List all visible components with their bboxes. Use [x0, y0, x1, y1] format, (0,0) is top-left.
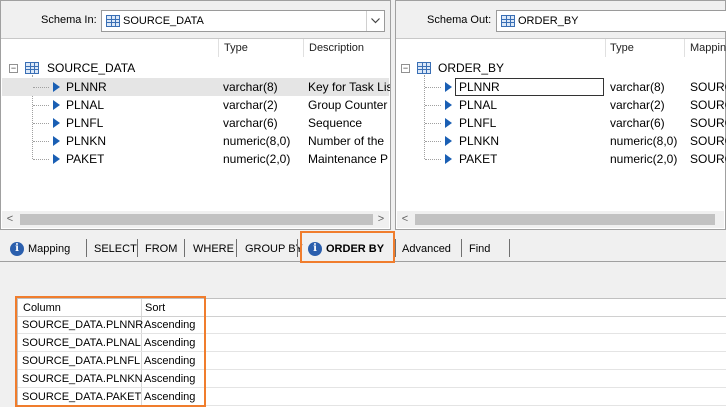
tab-find[interactable]: Find [469, 239, 490, 259]
column-header-description[interactable]: Description [309, 42, 364, 54]
field-name: PLNAL [459, 98, 498, 112]
field-name: PAKET [459, 152, 498, 166]
scroll-left-icon[interactable]: < [2, 211, 18, 228]
field-type: varchar(8) [610, 80, 665, 94]
schema-in-label: Schema In: [41, 14, 97, 26]
field-mapping: SOURCE [690, 80, 726, 94]
schema-out-field-row[interactable]: PLNFL varchar(6) SOURCE [397, 114, 726, 132]
field-type: varchar(6) [610, 116, 665, 130]
column-header-mapping[interactable]: Mappin [690, 42, 726, 54]
schema-in-selected: SOURCE_DATA [123, 15, 204, 27]
expand-icon[interactable]: − [9, 64, 18, 73]
field-description: Number of the [308, 134, 385, 148]
schema-out-field-row[interactable]: PAKET numeric(2,0) SOURCE [397, 150, 726, 168]
schema-out-field-row[interactable]: PLNAL varchar(2) SOURCE [397, 96, 726, 114]
schema-out-bar: Schema Out: ORDER_BY [396, 1, 726, 39]
field-arrow-icon [53, 100, 60, 110]
tab-label: Mapping [28, 243, 71, 255]
field-description: Group Counter [308, 98, 388, 112]
field-name: PLNFL [66, 116, 104, 130]
column-header-type[interactable]: Type [610, 42, 634, 54]
table-icon [501, 15, 515, 27]
tab-label: Advanced [402, 243, 451, 255]
schema-in-field-row[interactable]: PLNKN numeric(8,0) Number of the [2, 132, 389, 150]
field-type: varchar(6) [223, 116, 278, 130]
field-name: PAKET [66, 152, 105, 166]
field-mapping: SOURCE [690, 152, 726, 166]
schema-out-selected: ORDER_BY [518, 15, 579, 27]
field-name: PLNAL [66, 98, 105, 112]
horizontal-scrollbar[interactable]: < > [2, 211, 389, 228]
table-icon [25, 62, 39, 74]
field-name: PLNNR [66, 80, 107, 94]
schema-out-root: ORDER_BY [438, 61, 505, 75]
tab-group-by[interactable]: GROUP BY [245, 239, 303, 259]
field-name: PLNKN [459, 134, 500, 148]
tab-label: FROM [145, 243, 178, 255]
info-icon: i [10, 242, 24, 256]
tab-label: SELECT [94, 243, 137, 255]
schema-out-field-row[interactable]: PLNNR varchar(8) SOURCE [397, 78, 726, 96]
dropdown-arrow-icon[interactable] [366, 11, 384, 31]
field-name: PLNKN [66, 134, 107, 148]
field-arrow-icon [53, 82, 60, 92]
schema-in-field-row[interactable]: PLNFL varchar(6) Sequence [2, 114, 389, 132]
scroll-right-icon[interactable]: > [373, 211, 389, 228]
schema-in-bar: Schema In: SOURCE_DATA [1, 1, 390, 39]
schema-in-field-row[interactable]: PLNAL varchar(2) Group Counter [2, 96, 389, 114]
tab-mapping[interactable]: i Mapping [10, 239, 70, 259]
field-type: numeric(2,0) [223, 152, 291, 166]
field-mapping: SOURCE [690, 134, 726, 148]
field-name: PLNNR [459, 80, 500, 94]
field-arrow-icon [445, 100, 452, 110]
schema-out-pane: Schema Out: ORDER_BY Type Mappin − ORDER… [395, 0, 726, 230]
tab-label: GROUP BY [245, 243, 303, 255]
field-arrow-icon [53, 118, 60, 128]
field-type: numeric(8,0) [223, 134, 291, 148]
highlight-order-by-grid [15, 296, 206, 407]
tab-select[interactable]: SELECT [94, 239, 137, 259]
field-arrow-icon [445, 136, 452, 146]
schema-in-field-row[interactable]: PAKET numeric(2,0) Maintenance P [2, 150, 389, 168]
field-mapping: SOURCE [690, 98, 726, 112]
scroll-thumb[interactable] [20, 214, 373, 225]
schema-in-pane: Schema In: SOURCE_DATA Type Description … [0, 0, 391, 230]
field-description: Maintenance P [308, 152, 389, 166]
field-type: varchar(8) [223, 80, 278, 94]
column-header-type[interactable]: Type [224, 42, 248, 54]
field-arrow-icon [53, 136, 60, 146]
tab-where[interactable]: WHERE [193, 239, 234, 259]
field-arrow-icon [445, 82, 452, 92]
field-type: numeric(2,0) [610, 152, 678, 166]
horizontal-scrollbar[interactable]: < [397, 211, 724, 228]
schema-out-field-row[interactable]: PLNKN numeric(8,0) SOURCE [397, 132, 726, 150]
schema-in-field-row[interactable]: PLNNR varchar(8) Key for Task List [2, 78, 390, 96]
tab-label: Find [469, 243, 491, 255]
tab-label: WHERE [193, 243, 234, 255]
scroll-left-icon[interactable]: < [397, 211, 413, 228]
schema-out-label: Schema Out: [427, 14, 492, 26]
field-description: Key for Task List [308, 80, 390, 94]
field-arrow-icon [53, 154, 60, 164]
field-type: varchar(2) [223, 98, 278, 112]
expand-icon[interactable]: − [401, 64, 410, 73]
field-description: Sequence [308, 116, 363, 130]
tab-advanced[interactable]: Advanced [402, 239, 451, 259]
tab-from[interactable]: FROM [145, 239, 177, 259]
table-icon [417, 62, 431, 74]
table-icon [106, 15, 120, 27]
field-arrow-icon [445, 154, 452, 164]
field-name: PLNFL [459, 116, 497, 130]
field-arrow-icon [445, 118, 452, 128]
field-mapping: SOURCE [690, 116, 726, 130]
field-type: numeric(8,0) [610, 134, 678, 148]
scroll-thumb[interactable] [415, 214, 715, 225]
field-type: varchar(2) [610, 98, 665, 112]
schema-in-dropdown[interactable]: SOURCE_DATA [101, 10, 385, 32]
schema-in-root: SOURCE_DATA [47, 61, 136, 75]
schema-out-dropdown[interactable]: ORDER_BY [496, 10, 726, 32]
highlight-order-by-tab [300, 231, 395, 263]
